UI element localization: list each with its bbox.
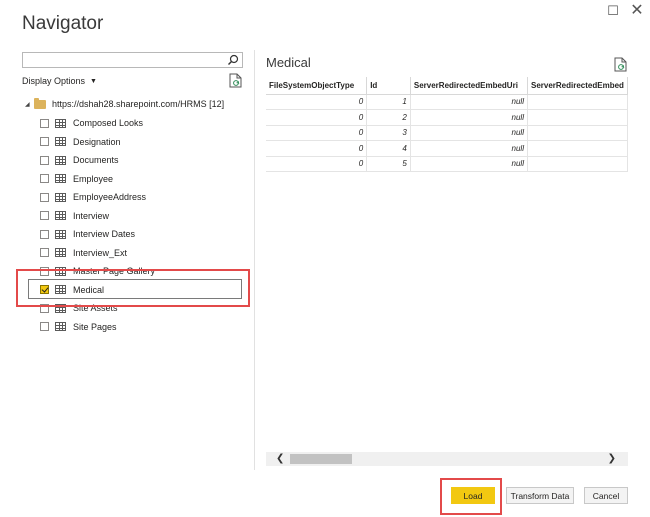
table-cell <box>527 109 628 126</box>
close-button[interactable]: ✕ <box>626 2 648 20</box>
tree-item[interactable]: Designation <box>40 134 121 150</box>
preview-grid[interactable]: FileSystemObjectType Id ServerRedirectedEm… <box>266 77 628 172</box>
highlight-medical-annotation <box>16 269 250 307</box>
table-cell <box>527 140 628 157</box>
table-cell: null <box>410 109 528 126</box>
table-cell: 3 <box>366 125 411 141</box>
tree-item-label: Employee <box>73 173 114 184</box>
table-cell: 4 <box>366 140 411 157</box>
checkbox[interactable] <box>40 211 49 220</box>
display-options-label: Display Options <box>22 76 86 86</box>
table-cell: null <box>410 94 528 110</box>
table-cell: null <box>410 140 528 157</box>
tree-item-label: Site Pages <box>73 321 117 332</box>
table-row: 0 5 null <box>266 156 628 172</box>
search-input[interactable] <box>23 56 223 71</box>
tree-item-label: Interview <box>73 210 110 221</box>
column-header[interactable]: ServerRedirectedEmbed <box>527 77 628 95</box>
table-icon <box>55 248 66 257</box>
column-header[interactable]: Id <box>366 77 411 95</box>
checkbox[interactable] <box>40 155 49 165</box>
chevron-down-icon: ▼ <box>90 78 97 85</box>
highlight-load-annotation <box>440 478 502 515</box>
tree-item-label: EmployeeAddress <box>73 192 147 202</box>
table-icon <box>55 118 66 128</box>
table-icon <box>55 229 66 239</box>
column-header[interactable]: ServerRedirectedEmbedUri <box>410 77 528 95</box>
table-row: 0 4 null <box>266 140 628 157</box>
tree-item[interactable]: Interview <box>40 208 109 224</box>
table-cell: 2 <box>366 109 411 126</box>
table-cell: 0 <box>266 109 368 126</box>
table-icon <box>55 192 66 202</box>
table-cell <box>527 156 628 172</box>
checkbox[interactable] <box>40 322 49 331</box>
checkbox[interactable] <box>40 174 49 183</box>
tree-item[interactable]: Site Pages <box>40 319 117 335</box>
table-cell: null <box>410 125 528 141</box>
checkbox[interactable] <box>40 118 49 128</box>
table-cell: 1 <box>366 94 411 110</box>
table-cell: 0 <box>266 94 368 110</box>
table-icon <box>55 174 66 183</box>
tree-item[interactable]: Documents <box>40 152 119 168</box>
tree-item-label: Designation <box>73 136 121 147</box>
restore-button[interactable]: ☐ <box>602 2 624 20</box>
table-cell: null <box>410 156 528 172</box>
refresh-icon[interactable] <box>614 57 627 72</box>
table-row: 0 2 null <box>266 109 628 126</box>
collapse-arrow-icon[interactable]: ◢ <box>25 101 34 108</box>
window-title: Navigator <box>22 13 104 34</box>
scrollbar-thumb[interactable] <box>290 454 352 464</box>
tree-root-node[interactable]: ◢ https://dshah28.sharepoint.com/HRMS [1… <box>25 97 224 111</box>
tree-item[interactable]: Interview_Ext <box>40 245 127 261</box>
table-row: 0 1 null <box>266 94 628 110</box>
table-row: 0 3 null <box>266 125 628 141</box>
tree-item[interactable]: Interview Dates <box>40 226 135 242</box>
transform-data-button[interactable]: Transform Data <box>506 487 574 504</box>
scroll-left-icon[interactable]: ❮ <box>276 453 284 464</box>
table-icon <box>55 137 66 146</box>
tree-item-label: Documents <box>73 155 119 165</box>
table-cell: 0 <box>266 156 368 172</box>
search-icon[interactable] <box>227 54 239 66</box>
table-cell: 0 <box>266 140 368 157</box>
cancel-button[interactable]: Cancel <box>584 487 628 504</box>
table-icon <box>55 322 66 331</box>
tree-item-label: Interview Dates <box>73 229 136 239</box>
tree-item-label: Composed Looks <box>73 118 144 128</box>
tree-item-label: Interview_Ext <box>73 247 128 258</box>
table-icon <box>55 155 66 165</box>
column-header[interactable]: FileSystemObjectType <box>266 77 368 95</box>
tree-root-label: https://dshah28.sharepoint.com/HRMS [12] <box>52 99 225 109</box>
display-options-dropdown[interactable]: Display Options ▼ <box>22 76 97 86</box>
tree-item[interactable]: Composed Looks <box>40 115 143 131</box>
table-cell: 5 <box>366 156 411 172</box>
tree-item[interactable]: EmployeeAddress <box>40 189 146 205</box>
tree-item[interactable]: Employee <box>40 171 113 187</box>
checkbox[interactable] <box>40 248 49 257</box>
refresh-icon[interactable] <box>229 73 242 88</box>
table-icon <box>55 211 66 220</box>
table-cell: 0 <box>266 125 368 141</box>
checkbox[interactable] <box>40 229 49 239</box>
table-cell <box>527 125 628 141</box>
horizontal-scrollbar[interactable]: ❮ ❯ <box>266 452 628 466</box>
preview-table: FileSystemObjectType Id ServerRedirectedEm… <box>266 77 628 172</box>
scroll-right-icon[interactable]: ❯ <box>608 453 616 464</box>
table-cell <box>527 94 628 110</box>
search-field[interactable] <box>22 52 243 71</box>
folder-icon <box>34 97 46 109</box>
checkbox[interactable] <box>40 192 49 202</box>
preview-title: Medical <box>266 55 311 70</box>
pane-divider[interactable] <box>254 50 255 470</box>
checkbox[interactable] <box>40 137 49 146</box>
